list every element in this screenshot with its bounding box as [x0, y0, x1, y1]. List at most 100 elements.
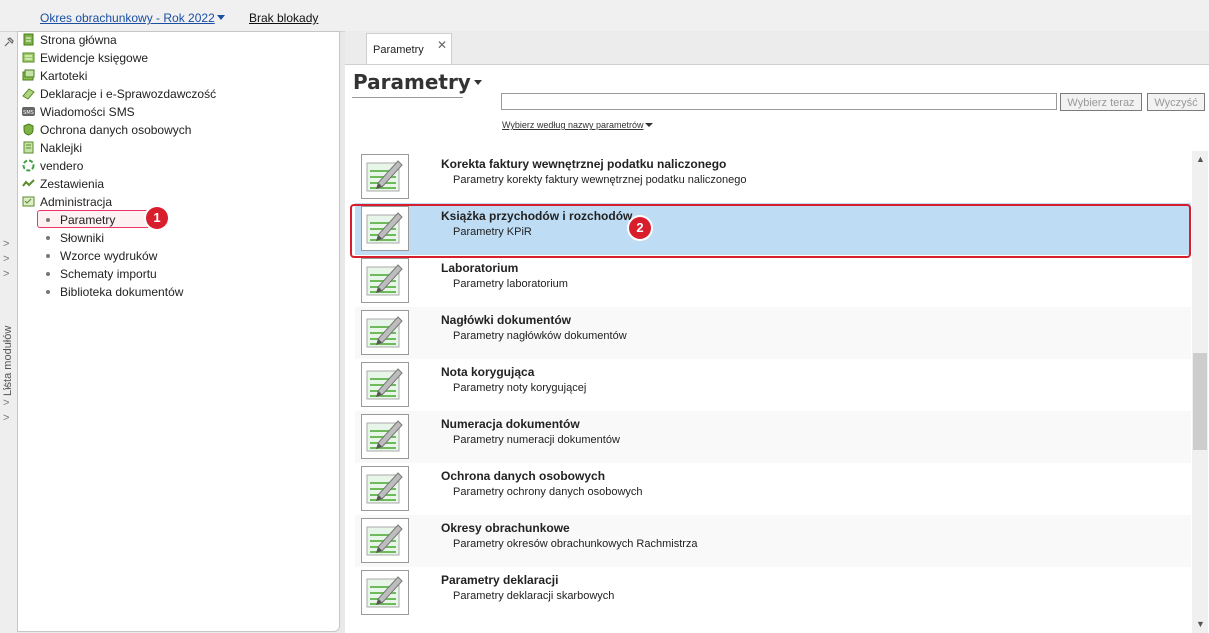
list-scrollbar[interactable]: ▲ ▼ — [1192, 151, 1208, 633]
period-link[interactable]: Okres obrachunkowy - Rok 2022 — [40, 11, 225, 25]
filter-label: Wybierz według nazwy parametrów — [502, 120, 644, 130]
bullet-icon — [46, 290, 50, 294]
list-row[interactable]: Nagłówki dokumentów Parametry nagłówków d… — [355, 307, 1191, 359]
chevron-down-icon — [645, 123, 654, 127]
row-description: Parametry numeracji dokumentów — [453, 434, 620, 446]
filter-dropdown[interactable]: Wybierz według nazwy parametrów — [502, 120, 654, 130]
page-title[interactable]: Parametry — [353, 70, 482, 94]
list-row[interactable]: Korekta faktury wewnętrznej podatku nali… — [355, 151, 1191, 203]
row-name: Nagłówki dokumentów — [441, 313, 572, 327]
tree-item-label: Naklejki — [40, 141, 83, 155]
list-row[interactable]: Laboratorium Parametry laboratorium — [355, 255, 1191, 307]
tree-subitem-import-schemes[interactable]: Schematy importu — [46, 265, 157, 283]
navigation-tree: Strona główna Ewidencje księgowe Kartote… — [17, 31, 340, 632]
tree-item-label: Administracja — [40, 195, 113, 209]
row-name: Numeracja dokumentów — [441, 417, 580, 431]
tab-strip: Parametry ✕ — [345, 31, 1209, 65]
tree-item-home[interactable]: Strona główna — [22, 31, 117, 49]
row-name: Okresy obrachunkowe — [441, 521, 570, 535]
row-description: Parametry ochrony danych osobowych — [453, 486, 643, 498]
cards-icon — [22, 69, 35, 81]
admin-icon — [22, 196, 35, 207]
title-underline — [352, 97, 463, 98]
parameter-edit-icon — [361, 310, 409, 355]
tree-item-sms[interactable]: SMS Wiadomości SMS — [22, 103, 135, 121]
chevron-right-icon[interactable]: > — [3, 413, 9, 424]
tree-subitem-label: Słowniki — [60, 231, 105, 245]
parameter-edit-icon — [361, 414, 409, 459]
tree-item-declarations[interactable]: Deklaracje i e-Sprawozdawczość — [22, 85, 216, 103]
list-row[interactable]: Okresy obrachunkowe Parametry okresów obr… — [355, 515, 1191, 567]
tree-item-administration[interactable]: Administracja — [22, 193, 112, 211]
home-icon — [23, 33, 34, 46]
svg-text:SMS: SMS — [23, 110, 34, 116]
bullet-icon — [46, 236, 50, 240]
tree-subitem-print-templates[interactable]: Wzorce wydruków — [46, 247, 157, 265]
scroll-up-icon[interactable]: ▲ — [1196, 154, 1205, 164]
chevron-right-icon[interactable]: > — [3, 254, 9, 265]
tree-item-label: Kartoteki — [40, 69, 88, 83]
parameter-edit-icon — [361, 154, 409, 199]
list-row[interactable]: Numeracja dokumentów Parametry numeracji … — [355, 411, 1191, 463]
tree-item-ledgers[interactable]: Ewidencje księgowe — [22, 49, 148, 67]
parameter-edit-icon — [361, 570, 409, 615]
tree-subitem-dictionaries[interactable]: Słowniki — [46, 229, 104, 247]
row-description: Parametry noty korygującej — [453, 382, 587, 394]
vendero-icon — [22, 159, 35, 172]
sms-icon: SMS — [22, 107, 35, 116]
content-panel: Parametry ✕ Parametry Wybierz teraz Wycz… — [345, 31, 1209, 633]
tab-label: Parametry — [373, 44, 424, 56]
chevron-right-icon[interactable]: > — [3, 398, 9, 409]
tree-item-records[interactable]: Kartoteki — [22, 67, 87, 85]
sticker-icon — [23, 141, 34, 154]
module-strip: > > > Lista modułów > > > — [0, 32, 17, 633]
scroll-down-icon[interactable]: ▼ — [1196, 619, 1205, 629]
bullet-icon — [46, 254, 50, 258]
tree-item-reports[interactable]: Zestawienia — [22, 175, 104, 193]
tree-item-data-protection[interactable]: Ochrona danych osobowych — [22, 121, 191, 139]
tree-subitem-label: Schematy importu — [60, 267, 157, 281]
tab-parameters[interactable]: Parametry ✕ — [366, 33, 452, 64]
tree-item-label: Wiadomości SMS — [40, 105, 135, 119]
chevron-right-icon[interactable]: > — [3, 269, 9, 280]
tree-item-stickers[interactable]: Naklejki — [22, 139, 82, 157]
list-row[interactable]: Nota korygująca Parametry noty korygujące… — [355, 359, 1191, 411]
report-icon — [22, 179, 35, 187]
chevron-right-icon[interactable]: > — [3, 239, 9, 250]
parameter-edit-icon — [361, 258, 409, 303]
tree-item-vendero[interactable]: vendero — [22, 157, 83, 175]
close-icon[interactable]: ✕ — [437, 38, 447, 52]
row-name: Laboratorium — [441, 261, 519, 275]
bullet-icon — [46, 218, 50, 222]
select-now-button[interactable]: Wybierz teraz — [1060, 93, 1142, 111]
row-highlight-frame — [350, 204, 1191, 258]
chevron-right-icon[interactable]: > — [3, 383, 9, 394]
list-row[interactable]: Ochrona danych osobowych Parametry ochron… — [355, 463, 1191, 515]
tree-item-label: Zestawienia — [40, 177, 105, 191]
ledger-icon — [22, 52, 35, 63]
period-link-label: Okres obrachunkowy - Rok 2022 — [40, 11, 215, 25]
search-input[interactable] — [501, 93, 1057, 110]
bullet-icon — [46, 272, 50, 276]
row-name: Korekta faktury wewnętrznej podatku nali… — [441, 157, 727, 171]
row-name: Nota korygująca — [441, 365, 535, 379]
parameter-edit-icon — [361, 466, 409, 511]
row-description: Parametry korekty faktury wewnętrznej po… — [453, 174, 747, 186]
chevron-down-icon — [473, 80, 482, 85]
row-description: Parametry laboratorium — [453, 278, 568, 290]
annotation-badge-1: 1 — [146, 207, 168, 229]
pin-icon[interactable] — [3, 36, 15, 48]
tree-item-label: Strona główna — [40, 33, 117, 47]
scrollbar-thumb[interactable] — [1193, 353, 1207, 450]
parameter-edit-icon — [361, 362, 409, 407]
page-title-text: Parametry — [353, 70, 471, 94]
tree-subitem-parameters[interactable]: Parametry — [46, 211, 115, 229]
row-name: Ochrona danych osobowych — [441, 469, 606, 483]
clear-button[interactable]: Wyczyść — [1147, 93, 1205, 111]
declaration-icon — [22, 88, 35, 100]
lock-status-link[interactable]: Brak blokady — [249, 11, 318, 25]
tree-subitem-document-library[interactable]: Biblioteka dokumentów — [46, 283, 183, 301]
list-row[interactable]: Parametry deklaracji Parametry deklaracji… — [355, 567, 1191, 619]
tree-subitem-label: Biblioteka dokumentów — [60, 285, 184, 299]
tree-subitem-label: Parametry — [60, 213, 116, 227]
